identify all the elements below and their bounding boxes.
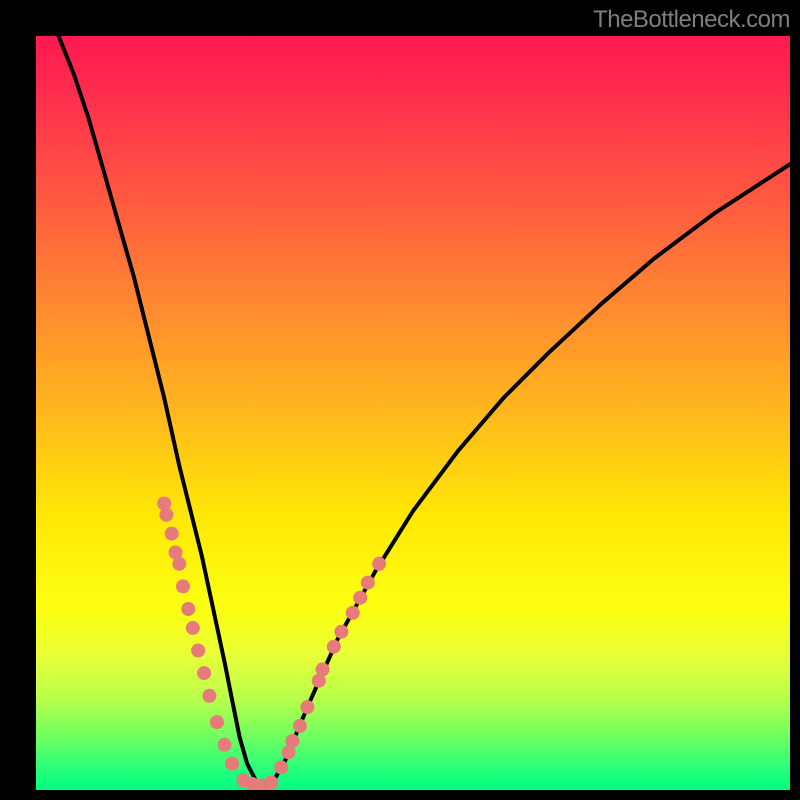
- plot-area: [36, 36, 790, 790]
- data-dots: [157, 497, 386, 791]
- watermark-text: TheBottleneck.com: [593, 6, 790, 34]
- chart-container: TheBottleneck.com: [0, 0, 800, 800]
- bottleneck-curve: [59, 36, 790, 786]
- curve-svg: [36, 36, 790, 790]
